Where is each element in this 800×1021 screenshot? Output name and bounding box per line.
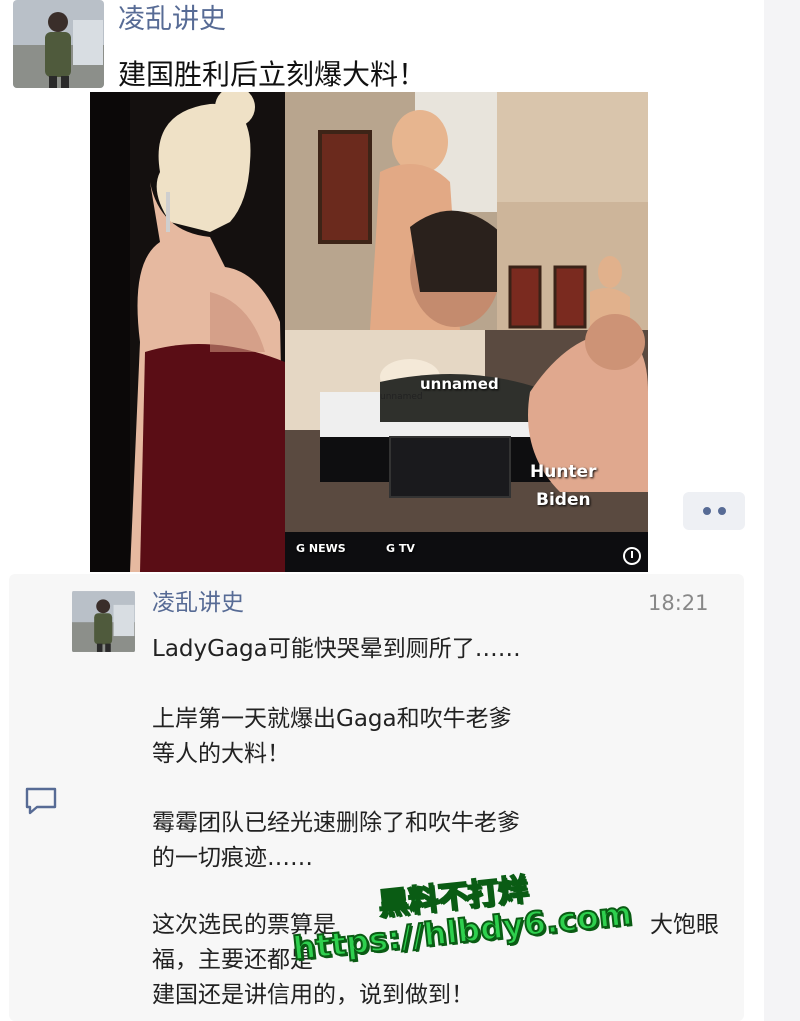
comment-author-avatar[interactable] xyxy=(72,590,135,653)
moments-feed: 凌乱讲史 建国胜利后立刻爆大料！ unnamed unnamed Hunter … xyxy=(0,0,800,1021)
comment-line: LadyGaga可能快哭晕到厕所了…… xyxy=(152,636,521,662)
gnews-logo: G NEWS xyxy=(296,542,346,555)
comment-line: 福，主要还都是 xyxy=(152,947,313,973)
gtv-logo: G TV xyxy=(386,542,415,555)
photo-label-biden: Biden xyxy=(536,490,591,510)
post-author-avatar[interactable] xyxy=(13,0,104,88)
comment-line: 霉霉团队已经光速删除了和吹牛老爹 xyxy=(152,810,520,836)
comment-line: 等人的大料！ xyxy=(152,741,290,767)
photo-label-unnamed-small: unnamed xyxy=(380,392,423,402)
comment-line: 建国还是讲信用的，说到做到！ xyxy=(152,982,474,1008)
post-author-name[interactable]: 凌乱讲史 xyxy=(118,0,226,40)
comment-line: 的一切痕迹…… xyxy=(152,845,313,871)
comment-author-name[interactable]: 凌乱讲史 xyxy=(152,586,244,620)
photo-label-unnamed: unnamed xyxy=(420,375,499,393)
post-text: 建国胜利后立刻爆大料！ xyxy=(118,58,427,91)
more-actions-button[interactable] xyxy=(683,492,745,530)
info-icon[interactable] xyxy=(622,546,642,566)
right-scroll-strip xyxy=(764,0,800,1021)
comment-line-tail: 大饱眼 xyxy=(650,912,719,938)
post-photo[interactable]: unnamed unnamed Hunter Biden G NEWS G TV xyxy=(90,92,648,572)
comment-timestamp: 18:21 xyxy=(648,591,709,615)
comment-line: 上岸第一天就爆出Gaga和吹牛老爹 xyxy=(152,706,512,732)
more-dot-icon xyxy=(702,507,711,515)
more-dot-icon xyxy=(717,507,726,515)
comment-bubble-icon xyxy=(25,787,57,815)
photo-label-hunter: Hunter xyxy=(530,462,597,482)
